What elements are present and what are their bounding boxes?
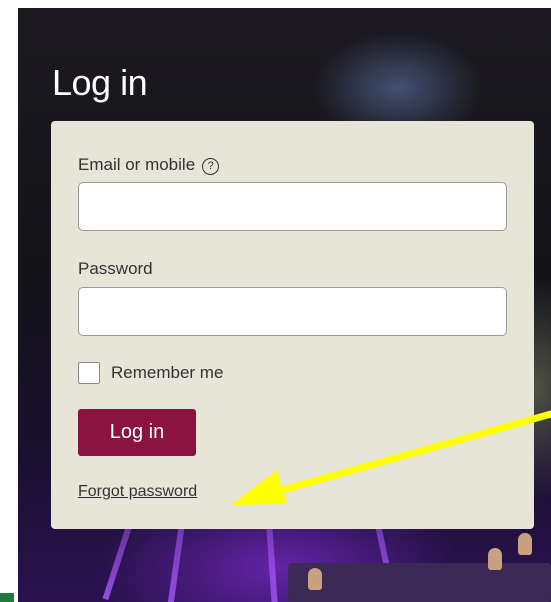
- annotation-arrow: [231, 410, 551, 505]
- arrow-shaft: [282, 410, 551, 493]
- arrow-head: [231, 470, 287, 505]
